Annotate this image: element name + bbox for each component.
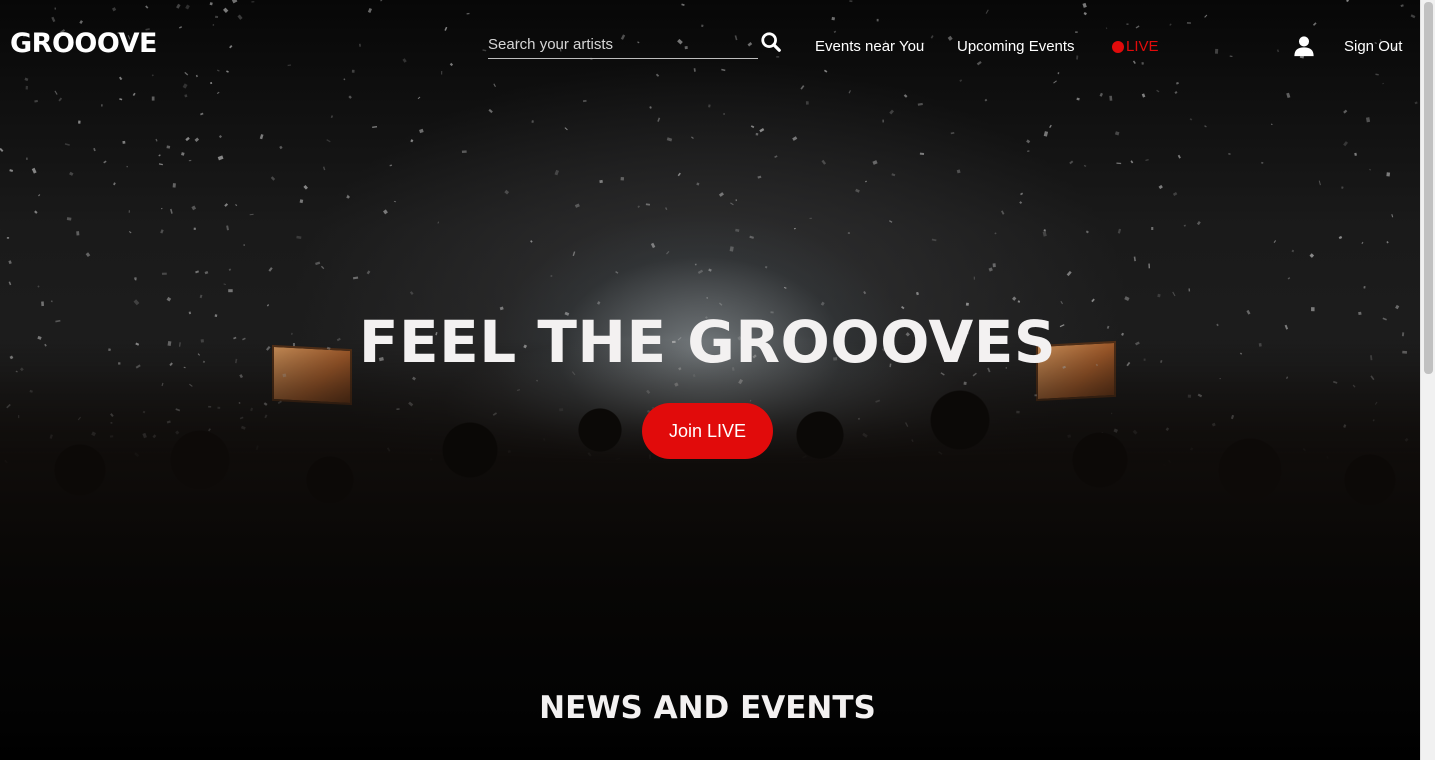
scrollbar-thumb[interactable] bbox=[1424, 2, 1433, 374]
nav-upcoming-events[interactable]: Upcoming Events bbox=[957, 38, 1075, 55]
user-icon[interactable] bbox=[1293, 35, 1315, 57]
search-icon[interactable] bbox=[760, 31, 782, 53]
search-input[interactable] bbox=[488, 31, 758, 57]
news-and-events-heading: NEWS AND EVENTS bbox=[539, 690, 876, 726]
nav-live-label: LIVE bbox=[1126, 38, 1159, 55]
logo[interactable]: GROOOVE bbox=[10, 28, 157, 59]
search-bar bbox=[488, 31, 758, 59]
hero-title: FEEL THE GROOOVES bbox=[358, 308, 1057, 376]
vertical-scrollbar[interactable] bbox=[1420, 0, 1435, 760]
live-dot-icon bbox=[1112, 40, 1124, 53]
join-live-button[interactable]: Join LIVE bbox=[642, 403, 773, 459]
crowd-silhouette bbox=[0, 340, 1420, 700]
sign-out-link[interactable]: Sign Out bbox=[1344, 38, 1402, 55]
nav-events-near-you[interactable]: Events near You bbox=[815, 38, 924, 55]
hero-background bbox=[0, 0, 1420, 760]
nav-live[interactable]: LIVE bbox=[1112, 38, 1159, 55]
top-navigation: GROOOVE Events near You Upcoming Events … bbox=[0, 0, 1420, 94]
